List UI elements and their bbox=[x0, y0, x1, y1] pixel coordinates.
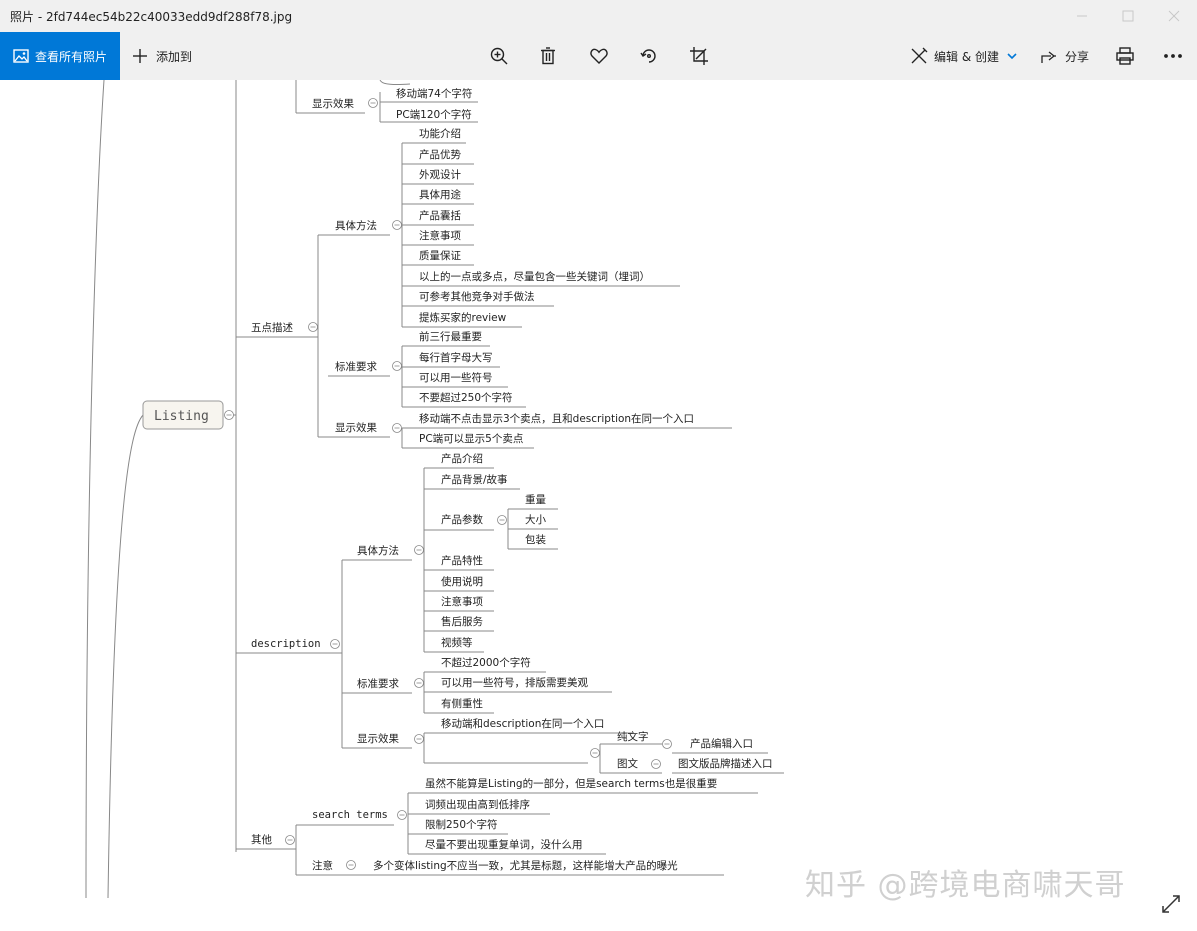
maximize-button[interactable] bbox=[1105, 0, 1151, 32]
leaf: 产品编辑入口 bbox=[690, 737, 753, 750]
plus-icon bbox=[133, 49, 147, 63]
leaf: 前三行最重要 bbox=[419, 330, 482, 343]
node-desc-method: 具体方法 bbox=[357, 544, 399, 557]
minimize-icon bbox=[1077, 15, 1087, 17]
node-top-display: 显示效果 bbox=[312, 97, 354, 110]
zoom-in-icon bbox=[490, 47, 508, 65]
node-top-pc: PC端120个字符 bbox=[396, 108, 472, 121]
leaf: 质量保证 bbox=[419, 249, 461, 262]
node-other: 其他 bbox=[251, 833, 272, 846]
leaf: 具体用途 bbox=[419, 188, 461, 201]
leaf: 可参考其他竞争对手做法 bbox=[419, 290, 535, 303]
node-five-points: 五点描述 bbox=[251, 321, 293, 334]
leaf: 产品特性 bbox=[441, 554, 483, 567]
share-icon bbox=[1041, 51, 1056, 63]
leaf: PC端可以显示5个卖点 bbox=[419, 432, 523, 445]
node-search-terms: search terms bbox=[312, 809, 388, 821]
leaf: 产品介绍 bbox=[441, 452, 483, 465]
more-button[interactable] bbox=[1161, 44, 1185, 68]
leaf: 售后服务 bbox=[441, 615, 483, 628]
leaf: 产品背景/故事 bbox=[441, 473, 508, 486]
print-button[interactable] bbox=[1113, 44, 1137, 68]
leaf: 图文 bbox=[617, 757, 638, 770]
leaf: 多个变体listing不应当一致，尤其是标题，这样能增大产品的曝光 bbox=[373, 859, 678, 872]
rotate-button[interactable] bbox=[637, 44, 661, 68]
node-five-display: 显示效果 bbox=[335, 421, 377, 434]
favorite-icon bbox=[590, 48, 608, 64]
leaf: 以上的一点或多点，尽量包含一些关键词（埋词） bbox=[419, 270, 650, 283]
node-five-method: 具体方法 bbox=[335, 219, 377, 232]
leaf: 使用说明 bbox=[441, 575, 483, 588]
delete-button[interactable] bbox=[536, 44, 560, 68]
close-icon bbox=[1168, 10, 1180, 22]
expand-icon bbox=[1162, 895, 1180, 913]
leaf: 功能介绍 bbox=[419, 127, 461, 140]
leaf: 尽量不要出现重复单词，没什么用 bbox=[425, 838, 583, 851]
leaf: 不超过2000个字符 bbox=[441, 656, 531, 669]
leaf: 每行首字母大写 bbox=[419, 351, 493, 364]
leaf: 提炼买家的review bbox=[419, 311, 507, 324]
leaf: 注意事项 bbox=[419, 229, 461, 242]
edit-create-button[interactable]: 编辑 & 创建 bbox=[910, 32, 1017, 80]
leaf: 注意事项 bbox=[441, 595, 483, 608]
add-to-button[interactable]: 添加到 bbox=[132, 32, 192, 80]
leaf: 虽然不能算是Listing的一部分，但是search terms也是很重要 bbox=[425, 777, 717, 790]
window-title: 照片 - 2fd744ec54b22c40033edd9df288f78.jpg bbox=[10, 10, 293, 24]
leaf: 有侧重性 bbox=[441, 697, 483, 710]
leaf: 纯文字 bbox=[617, 730, 649, 743]
edit-icon bbox=[911, 47, 928, 64]
node-desc-standard: 标准要求 bbox=[357, 678, 399, 690]
leaf: 视频等 bbox=[441, 636, 473, 649]
leaf: 重量 bbox=[525, 493, 546, 506]
photo-canvas[interactable]: Listing 显示效果 移动端74个字符 PC端120个字符 五点描述 具体方… bbox=[0, 80, 1197, 931]
photo-icon bbox=[13, 49, 29, 63]
fullscreen-button[interactable] bbox=[1160, 893, 1184, 917]
rotate-icon bbox=[640, 49, 656, 63]
leaf: 图文版品牌描述入口 bbox=[678, 757, 773, 770]
edit-create-label: 编辑 & 创建 bbox=[934, 49, 999, 64]
leaf: 限制250个字符 bbox=[425, 818, 498, 831]
view-all-photos-button[interactable]: 查看所有照片 bbox=[0, 32, 120, 80]
chevron-down-icon bbox=[1007, 53, 1017, 60]
node-top-mobile: 移动端74个字符 bbox=[396, 87, 472, 100]
leaf: 产品囊括 bbox=[419, 209, 461, 222]
print-icon bbox=[1116, 47, 1134, 65]
more-icon bbox=[1164, 54, 1182, 58]
leaf: 大小 bbox=[525, 513, 546, 526]
leaf: 移动端不点击显示3个卖点，且和description在同一个入口 bbox=[419, 412, 694, 425]
mindmap-image: Listing 显示效果 移动端74个字符 PC端120个字符 五点描述 具体方… bbox=[85, 80, 784, 899]
leaf: 产品优势 bbox=[419, 148, 461, 161]
crop-button[interactable] bbox=[687, 44, 711, 68]
watermark: 知乎 @跨境电商啸天哥 bbox=[805, 868, 1126, 903]
view-all-photos-label: 查看所有照片 bbox=[35, 49, 108, 64]
add-to-label: 添加到 bbox=[156, 49, 193, 64]
leaf: 外观设计 bbox=[419, 168, 461, 181]
crop-icon bbox=[690, 47, 708, 65]
toolbar: 查看所有照片 添加到 编辑 & 创建 分享 bbox=[0, 32, 1197, 80]
leaf: 移动端和description在同一个入口 bbox=[441, 717, 604, 730]
zoom-in-button[interactable] bbox=[487, 44, 511, 68]
node-five-standard: 标准要求 bbox=[335, 361, 377, 373]
leaf: 不要超过250个字符 bbox=[419, 391, 513, 404]
leaf: 可以用一些符号 bbox=[419, 371, 493, 384]
close-button[interactable] bbox=[1151, 0, 1197, 32]
leaf: 可以用一些符号，排版需要美观 bbox=[441, 676, 588, 689]
node-description: description bbox=[251, 638, 321, 650]
share-label: 分享 bbox=[1065, 49, 1090, 64]
title-bar: 照片 - 2fd744ec54b22c40033edd9df288f78.jpg bbox=[0, 0, 1197, 32]
leaf: 包装 bbox=[525, 533, 546, 546]
favorite-button[interactable] bbox=[587, 44, 611, 68]
minimize-button[interactable] bbox=[1059, 0, 1105, 32]
root-label: Listing bbox=[154, 409, 209, 424]
node-params: 产品参数 bbox=[441, 513, 483, 526]
leaf: 词频出现由高到低排序 bbox=[425, 798, 530, 811]
share-button[interactable]: 分享 bbox=[1041, 32, 1089, 80]
maximize-icon bbox=[1122, 10, 1134, 22]
delete-icon bbox=[541, 47, 555, 65]
node-note: 注意 bbox=[312, 859, 333, 872]
node-desc-display: 显示效果 bbox=[357, 732, 399, 745]
